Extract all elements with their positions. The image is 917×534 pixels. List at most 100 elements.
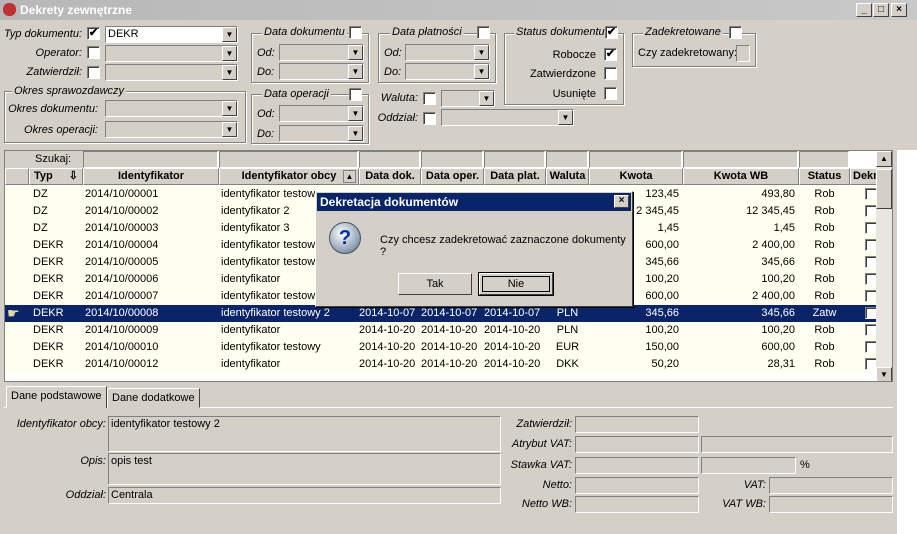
status-checkbox[interactable]: ✔ bbox=[605, 26, 618, 39]
typ-checkbox[interactable]: ✔ bbox=[87, 27, 100, 40]
header-kwota[interactable]: Kwota bbox=[589, 168, 683, 185]
chevron-down-icon[interactable]: ▼ bbox=[222, 101, 237, 116]
scroll-down-button[interactable]: ▼ bbox=[876, 367, 892, 381]
data-plat-od-combo[interactable]: ▼ bbox=[405, 44, 490, 61]
header-identyfikator-obcy[interactable]: Identyfikator obcy ▲ bbox=[219, 168, 359, 185]
netto-field[interactable] bbox=[575, 477, 699, 494]
table-cell-ddok: 2014-10-07 bbox=[359, 307, 416, 319]
netto-wb-field[interactable] bbox=[575, 496, 699, 513]
search-input-status[interactable] bbox=[799, 151, 849, 168]
waluta-checkbox[interactable] bbox=[423, 92, 436, 105]
data-dokumentu-checkbox[interactable] bbox=[349, 26, 362, 39]
tab-dane-dodatkowe[interactable]: Dane dodatkowe bbox=[107, 388, 200, 408]
header-typ[interactable]: Typ ⇩ bbox=[29, 168, 83, 185]
scroll-up-button[interactable]: ▲ bbox=[876, 151, 892, 167]
maximize-button[interactable]: □ bbox=[873, 3, 889, 17]
search-input-id[interactable] bbox=[83, 151, 218, 168]
table-row[interactable]: DEKR 2014/10/00012 identyfikator 2014-10-20… bbox=[5, 356, 892, 373]
vat-field[interactable] bbox=[769, 477, 893, 494]
czy-zadekretowany-field[interactable] bbox=[736, 45, 750, 62]
search-input-waluta[interactable] bbox=[546, 151, 588, 168]
data-dok-do-combo[interactable]: ▼ bbox=[279, 63, 364, 80]
zadekretowane-checkbox[interactable] bbox=[729, 26, 742, 39]
data-op-do-combo[interactable]: ▼ bbox=[279, 125, 364, 142]
search-input-dop[interactable] bbox=[421, 151, 483, 168]
atrybut-label: Atrybut VAT: bbox=[511, 438, 572, 450]
table-cell-typ: DEKR bbox=[33, 273, 64, 285]
table-cell-typ: DEKR bbox=[33, 239, 64, 251]
table-row[interactable]: DEKR 2014/10/00009 identyfikator 2014-10-20… bbox=[5, 322, 892, 339]
oddzial-combo[interactable]: ▼ bbox=[441, 109, 574, 126]
no-button[interactable]: Nie bbox=[478, 272, 554, 296]
atrybut-desc-field[interactable] bbox=[701, 436, 893, 453]
search-input-dplat[interactable] bbox=[484, 151, 545, 168]
search-input-ddok[interactable] bbox=[359, 151, 420, 168]
okres-operacji-combo[interactable]: ▼ bbox=[105, 121, 238, 138]
yes-button[interactable]: Tak bbox=[398, 273, 472, 295]
header-status[interactable]: Status bbox=[799, 168, 850, 185]
oddzial-checkbox[interactable] bbox=[423, 112, 436, 125]
header-waluta[interactable]: Waluta bbox=[546, 168, 589, 185]
header-data-plat[interactable]: Data plat. bbox=[484, 168, 546, 185]
chevron-down-icon[interactable]: ▼ bbox=[558, 110, 573, 125]
table-row[interactable]: DEKR 2014/10/00010 identyfikator testowy 20… bbox=[5, 339, 892, 356]
chevron-down-icon[interactable]: ▼ bbox=[222, 27, 237, 42]
chevron-down-icon[interactable]: ▼ bbox=[222, 46, 237, 61]
data-operacji-label: Data operacji bbox=[262, 88, 331, 100]
vat-label: VAT: bbox=[743, 479, 766, 491]
tab-dane-podstawowe[interactable]: Dane podstawowe bbox=[6, 386, 107, 408]
chevron-down-icon[interactable]: ▼ bbox=[348, 126, 363, 141]
operator-combo[interactable]: ▼ bbox=[105, 45, 238, 62]
data-plat-do-combo[interactable]: ▼ bbox=[405, 63, 490, 80]
background-strip bbox=[897, 150, 917, 534]
robocze-checkbox[interactable]: ✔ bbox=[604, 48, 617, 61]
opis-field[interactable]: opis test bbox=[108, 453, 501, 485]
zatwierdzone-checkbox[interactable] bbox=[604, 67, 617, 80]
chevron-down-icon[interactable]: ▼ bbox=[348, 106, 363, 121]
zatwierdzil-combo[interactable]: ▼ bbox=[105, 64, 238, 81]
header-dekret[interactable]: Dekret bbox=[850, 168, 878, 185]
zatwierdzil-checkbox[interactable] bbox=[87, 66, 100, 79]
table-cell-wal: DKK bbox=[556, 358, 579, 370]
operator-checkbox[interactable] bbox=[87, 46, 100, 59]
header-kwota-wb[interactable]: Kwota WB bbox=[683, 168, 799, 185]
atrybut-field[interactable] bbox=[575, 436, 699, 453]
vat-wb-field[interactable] bbox=[769, 496, 893, 513]
oddzial-field[interactable]: Centrala bbox=[108, 487, 501, 504]
dekretacja-dialog: Dekretacja dokumentów × ? Czy chcesz zad… bbox=[315, 191, 633, 307]
search-input-kwotawb[interactable] bbox=[683, 151, 798, 168]
data-op-od-combo[interactable]: ▼ bbox=[279, 105, 364, 122]
usuniete-checkbox[interactable] bbox=[604, 87, 617, 100]
chevron-down-icon[interactable]: ▼ bbox=[222, 122, 237, 137]
zatwierdzil-field[interactable] bbox=[575, 416, 699, 433]
data-operacji-checkbox[interactable] bbox=[349, 88, 362, 101]
waluta-combo[interactable]: ▼ bbox=[441, 90, 495, 107]
stawka-field[interactable] bbox=[575, 457, 699, 474]
chevron-down-icon[interactable]: ▼ bbox=[474, 64, 489, 79]
table-cell-kwb: 100,20 bbox=[761, 324, 795, 336]
table-row[interactable]: DEKR 2014/10/00008 identyfikator testowy 2… bbox=[5, 305, 892, 322]
table-cell-kwb: 12 345,45 bbox=[746, 205, 795, 217]
typ-dokumentu-combo[interactable]: DEKR ▼ bbox=[105, 26, 238, 43]
data-platnosci-checkbox[interactable] bbox=[477, 26, 490, 39]
chevron-down-icon[interactable]: ▼ bbox=[222, 65, 237, 80]
header-identyfikator[interactable]: Identyfikator bbox=[83, 168, 219, 185]
chevron-down-icon[interactable]: ▼ bbox=[479, 91, 494, 106]
header-data-dok[interactable]: Data dok. bbox=[359, 168, 421, 185]
chevron-down-icon[interactable]: ▼ bbox=[348, 45, 363, 60]
chevron-down-icon[interactable]: ▼ bbox=[348, 64, 363, 79]
chevron-down-icon[interactable]: ▼ bbox=[474, 45, 489, 60]
sort-asc-icon[interactable]: ▲ bbox=[343, 170, 356, 183]
scroll-thumb[interactable] bbox=[876, 169, 892, 209]
vertical-scrollbar[interactable]: ▲ ▼ bbox=[876, 151, 892, 381]
id-obcy-field[interactable]: identyfikator testowy 2 bbox=[108, 416, 501, 452]
okres-dokumentu-combo[interactable]: ▼ bbox=[105, 100, 238, 117]
dialog-close-button[interactable]: × bbox=[614, 195, 629, 208]
data-dok-od-combo[interactable]: ▼ bbox=[279, 44, 364, 61]
stawka-value-field[interactable] bbox=[701, 457, 796, 474]
search-input-obcy[interactable] bbox=[219, 151, 358, 168]
header-data-oper[interactable]: Data oper. bbox=[421, 168, 484, 185]
search-input-kwota[interactable] bbox=[589, 151, 682, 168]
minimize-button[interactable]: _ bbox=[856, 3, 872, 17]
close-button[interactable]: × bbox=[891, 3, 907, 17]
